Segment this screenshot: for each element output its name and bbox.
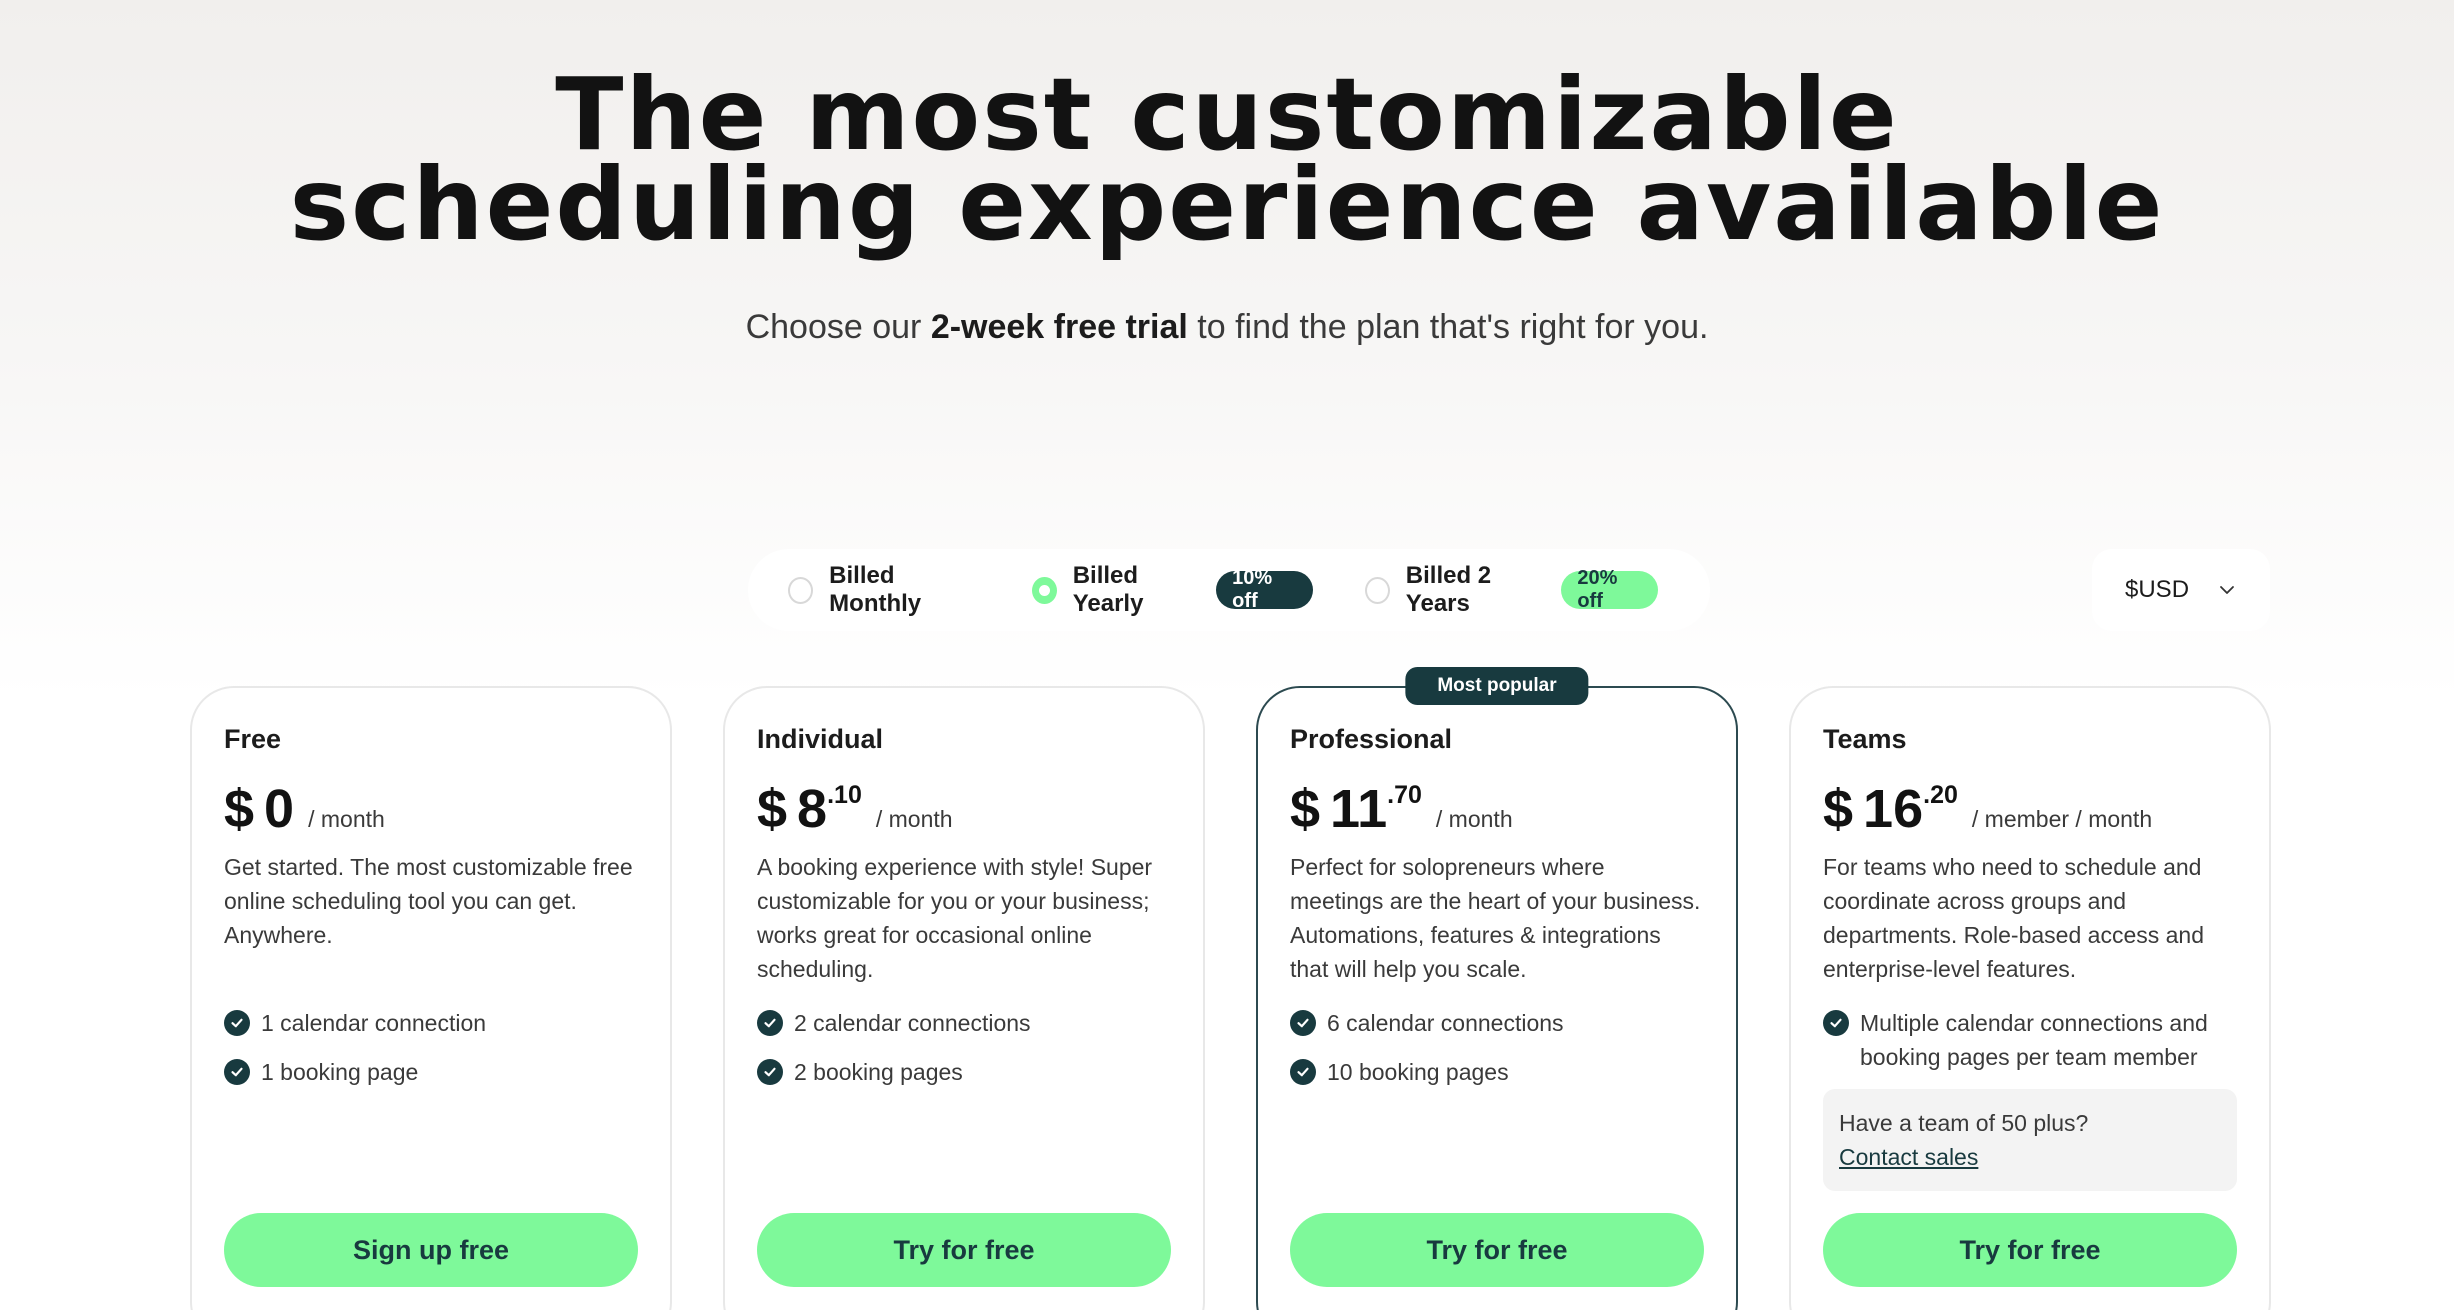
billing-option-yearly[interactable]: Billed Yearly 10% off xyxy=(1032,562,1313,618)
feature-list: 2 calendar connections 2 booking pages xyxy=(757,1006,1171,1089)
feature-item: 10 booking pages xyxy=(1290,1055,1704,1089)
price-amount: 0 xyxy=(264,779,295,839)
billing-option-monthly[interactable]: Billed Monthly xyxy=(788,562,980,618)
feature-text: 6 calendar connections xyxy=(1327,1010,1564,1036)
billing-option-label: Billed Yearly xyxy=(1072,562,1144,617)
subtitle-trial-highlight: 2-week free trial xyxy=(930,308,1188,346)
plan-price: $ 8 .10 / month xyxy=(757,778,1171,840)
try-for-free-button[interactable]: Try for free xyxy=(1290,1213,1704,1287)
feature-text: 10 booking pages xyxy=(1327,1059,1509,1085)
feature-text: 2 booking pages xyxy=(794,1059,963,1085)
plan-card-teams: Teams $ 16 .20 / member / month For team… xyxy=(1789,686,2271,1310)
subtitle-pre: Choose our xyxy=(745,308,931,346)
feature-text: 1 calendar connection xyxy=(261,1010,487,1036)
currency-label: $USD xyxy=(2125,576,2190,603)
feature-item: 6 calendar connections xyxy=(1290,1006,1704,1040)
subtitle-post: to find the plan that's right for you. xyxy=(1187,308,1709,346)
price-cents: .20 xyxy=(1923,781,1958,809)
price-period: / month xyxy=(308,806,385,832)
plan-name: Free xyxy=(224,724,282,754)
plan-description: Get started. The most customizable free … xyxy=(224,854,633,948)
plan-name: Professional xyxy=(1290,724,1453,754)
price-amount: 11 xyxy=(1330,779,1388,839)
feature-item: 1 calendar connection xyxy=(224,1006,638,1040)
contact-sales-link[interactable]: Contact sales xyxy=(1839,1140,1978,1174)
page-subtitle: Choose our 2-week free trial to find the… xyxy=(0,308,2454,347)
plan-price: $ 11 .70 / month xyxy=(1290,778,1704,840)
billing-option-2-years[interactable]: Billed 2 Years 20% off xyxy=(1364,562,1658,618)
feature-text: 1 booking page xyxy=(261,1059,419,1085)
feature-text: Multiple calendar connections and bookin… xyxy=(1860,1010,2208,1070)
feature-text: 2 calendar connections xyxy=(794,1010,1031,1036)
plan-price: $ 0 / month xyxy=(224,778,638,840)
radio-2-years[interactable] xyxy=(1364,576,1390,604)
currency-symbol: $ xyxy=(1823,779,1854,839)
check-circle-icon xyxy=(757,1010,783,1036)
try-for-free-button[interactable]: Try for free xyxy=(757,1213,1171,1287)
price-cents: .70 xyxy=(1387,781,1422,809)
price-period: / month xyxy=(875,806,953,832)
check-circle-icon xyxy=(1290,1010,1316,1036)
price-period: / month xyxy=(1435,806,1513,832)
contact-sales-text: Have a team of 50 plus? xyxy=(1839,1110,2089,1136)
feature-item: 1 booking page xyxy=(224,1055,638,1089)
plan-card-professional: Most popular Professional $ 11 .70 / mon… xyxy=(1256,667,1738,1310)
plan-description: For teams who need to schedule and coord… xyxy=(1823,854,2204,982)
price-amount: 8 xyxy=(797,779,828,839)
plan-description: A booking experience with style! Super c… xyxy=(757,854,1153,982)
billing-option-label: Billed Monthly xyxy=(829,562,922,617)
plan-name: Teams xyxy=(1823,724,1907,754)
feature-item: 2 calendar connections xyxy=(757,1006,1171,1040)
price-amount: 16 xyxy=(1863,779,1924,839)
feature-list: 6 calendar connections 10 booking pages xyxy=(1290,1006,1704,1089)
feature-item: 2 booking pages xyxy=(757,1055,1171,1089)
billing-period-toggle: Billed Monthly Billed Yearly 10% off Bil… xyxy=(748,549,1710,631)
discount-badge-2-years: 20% off xyxy=(1561,567,1658,612)
currency-symbol: $ xyxy=(224,779,255,839)
plan-description: Perfect for solopreneurs where meetings … xyxy=(1290,854,1701,982)
plan-name: Individual xyxy=(757,724,884,754)
plan-card-individual: Individual $ 8 .10 / month A booking exp… xyxy=(723,686,1205,1310)
check-circle-icon xyxy=(1823,1010,1849,1036)
discount-badge-yearly: 10% off xyxy=(1216,567,1313,612)
currency-symbol: $ xyxy=(1290,779,1321,839)
feature-item: Multiple calendar connections and bookin… xyxy=(1823,1006,2237,1074)
feature-list: 1 calendar connection 1 booking page xyxy=(224,1006,638,1089)
sign-up-free-button[interactable]: Sign up free xyxy=(224,1213,638,1287)
price-cents: .10 xyxy=(827,781,862,809)
check-circle-icon xyxy=(224,1059,250,1085)
pricing-page: The most customizable scheduling experie… xyxy=(0,0,2454,1310)
plan-price: $ 16 .20 / member / month xyxy=(1823,778,2237,840)
page-title-line-2: scheduling experience available xyxy=(289,146,2165,263)
billing-option-label: Billed 2 Years xyxy=(1405,562,1492,617)
price-period: / member / month xyxy=(1971,806,2153,832)
check-circle-icon xyxy=(1290,1059,1316,1085)
try-for-free-button[interactable]: Try for free xyxy=(1823,1213,2237,1287)
feature-list: Multiple calendar connections and bookin… xyxy=(1823,1006,2237,1074)
contact-sales-box: Have a team of 50 plus? Contact sales xyxy=(1823,1089,2237,1191)
radio-yearly[interactable] xyxy=(1032,576,1057,604)
plan-card-free: Free $ 0 / month Get started. The most c… xyxy=(190,686,672,1310)
currency-symbol: $ xyxy=(757,779,788,839)
check-circle-icon xyxy=(757,1059,783,1085)
most-popular-badge: Most popular xyxy=(1405,667,1589,705)
page-title: The most customizable scheduling experie… xyxy=(0,65,2454,263)
currency-select[interactable]: $USD xyxy=(2092,549,2270,631)
chevron-down-icon xyxy=(2220,586,2234,594)
radio-monthly[interactable] xyxy=(788,576,814,604)
check-circle-icon xyxy=(224,1010,250,1036)
